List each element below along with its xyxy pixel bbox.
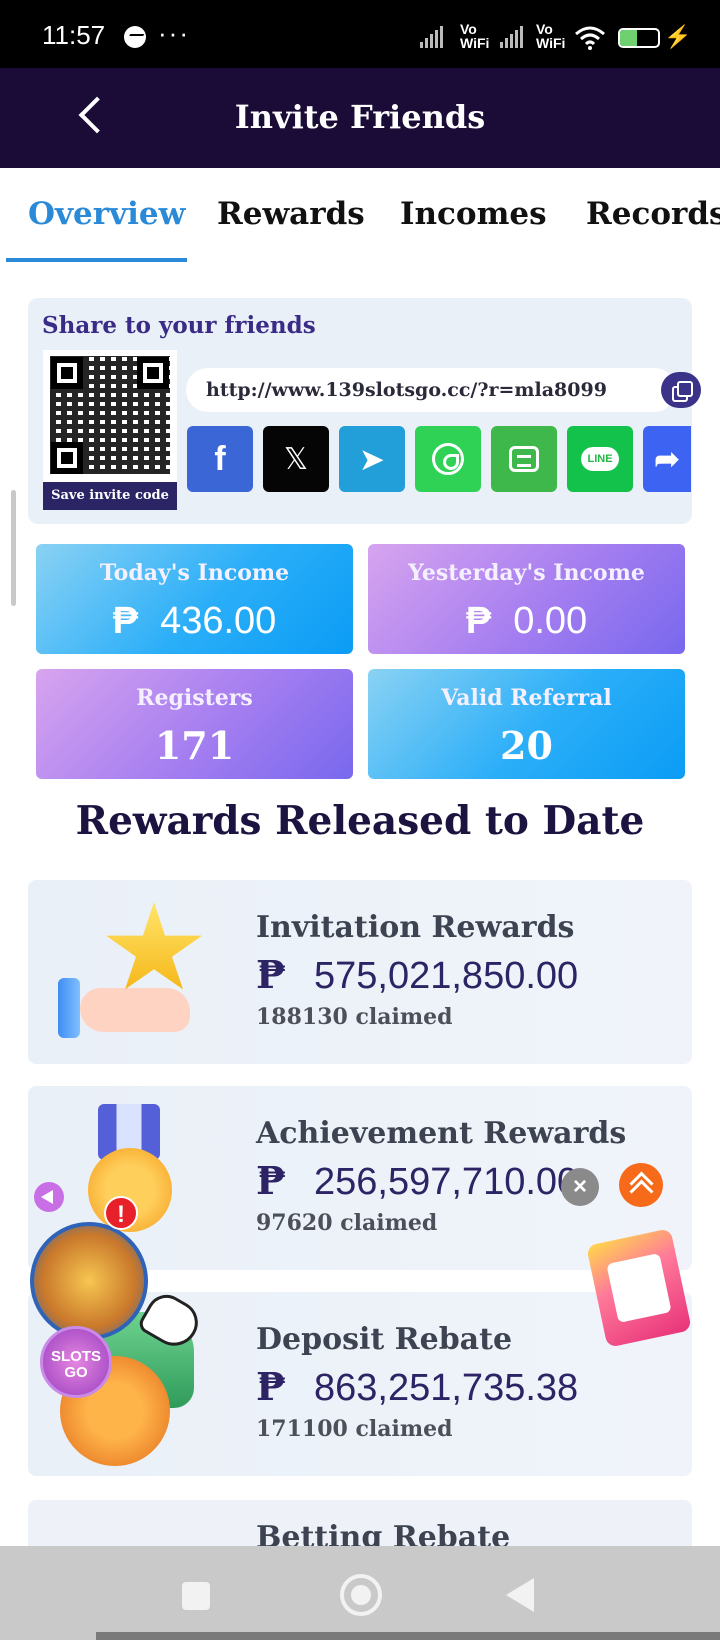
- tab-overview[interactable]: Overview: [28, 196, 185, 232]
- gesture-strip: [96, 1632, 720, 1640]
- recent-apps-button[interactable]: [182, 1582, 210, 1610]
- page-title: Invite Friends: [234, 98, 486, 136]
- message-icon: [509, 446, 539, 472]
- peso-symbol: ₱: [465, 600, 492, 642]
- telegram-share-button[interactable]: ➤: [339, 426, 405, 492]
- stat-label: Valid Referral: [441, 685, 612, 711]
- reward-name: Achievement Rewards: [256, 1116, 627, 1151]
- charging-icon: ⚡: [664, 24, 692, 49]
- facebook-icon: f: [214, 439, 226, 478]
- peso-symbol: ₱: [256, 1364, 287, 1409]
- telegram-icon: ➤: [360, 443, 384, 475]
- copy-link-button[interactable]: [661, 372, 701, 408]
- invitation-rewards-card: Invitation Rewards ₱ 575,021,850.00 18813…: [28, 880, 692, 1064]
- peso-symbol: ₱: [256, 1158, 287, 1203]
- scroll-to-top-button[interactable]: [619, 1163, 663, 1207]
- todays-income-card: Today's Income ₱ 436.00: [36, 544, 353, 654]
- treasure-chest-float-icon[interactable]: [30, 1222, 148, 1340]
- facebook-share-button[interactable]: f: [187, 426, 253, 492]
- qr-finder: [51, 442, 83, 474]
- save-invite-code-button[interactable]: Save invite code: [43, 482, 177, 510]
- valid-referral-value: 20: [500, 723, 553, 768]
- reward-name: Deposit Rebate: [256, 1322, 513, 1357]
- stat-value: ₱ 436.00: [36, 600, 353, 643]
- slots-go-logo[interactable]: SLOTS GO: [40, 1326, 112, 1398]
- reward-claimed: 171100 claimed: [256, 1416, 453, 1442]
- close-icon[interactable]: ×: [561, 1168, 599, 1206]
- collapse-float-button[interactable]: [34, 1182, 64, 1212]
- stat-value: ₱ 0.00: [368, 600, 685, 643]
- messenger-icon: [124, 26, 146, 48]
- yesterdays-income-card: Yesterday's Income ₱ 0.00: [368, 544, 685, 654]
- scrollbar[interactable]: [11, 490, 16, 606]
- x-icon: 𝕏: [283, 442, 309, 476]
- reward-amount: ₱ 863,251,735.38: [256, 1364, 578, 1410]
- signal-icon-2: [500, 24, 523, 48]
- reward-name: Betting Rebate: [256, 1520, 511, 1546]
- line-icon: LINE: [581, 447, 619, 471]
- line-share-button[interactable]: LINE: [567, 426, 633, 492]
- section-title: Rewards Released to Date: [75, 798, 645, 844]
- betting-rebate-card: Betting Rebate: [28, 1500, 692, 1546]
- yesterdays-income-value: 0.00: [513, 600, 588, 642]
- home-button[interactable]: [340, 1574, 382, 1616]
- vowifi-label-2: Vo WiFi: [536, 21, 566, 51]
- whatsapp-share-button[interactable]: [415, 426, 481, 492]
- reward-amount: ₱ 575,021,850.00: [256, 952, 578, 998]
- wifi-icon: [575, 26, 605, 50]
- peso-symbol: ₱: [256, 952, 287, 997]
- reward-amount-value: 863,251,735.38: [314, 1367, 579, 1409]
- sms-share-button[interactable]: [491, 426, 557, 492]
- qr-code[interactable]: Save invite code: [43, 350, 177, 510]
- battery-level: 46: [640, 30, 655, 45]
- stat-label: Yesterday's Income: [408, 560, 645, 586]
- reward-claimed: 97620 claimed: [256, 1210, 438, 1236]
- more-share-button[interactable]: ➦: [643, 426, 691, 492]
- system-nav-bar: [0, 1546, 720, 1640]
- qr-finder: [51, 357, 83, 389]
- forward-icon: ➦: [654, 442, 680, 476]
- todays-income-value: 436.00: [160, 600, 277, 642]
- reward-claimed: 188130 claimed: [256, 1004, 453, 1030]
- stat-label: Today's Income: [99, 560, 290, 586]
- share-title: Share to your friends: [42, 312, 316, 339]
- x-share-button[interactable]: 𝕏: [263, 426, 329, 492]
- reward-amount-value: 256,597,710.00: [314, 1161, 579, 1203]
- battery-icon: 46: [618, 28, 660, 48]
- invite-link-field[interactable]: http://www.139slotsgo.cc/?r=mla8099: [186, 368, 676, 412]
- signal-icon: [420, 24, 443, 48]
- valid-referral-card: Valid Referral 20: [368, 669, 685, 779]
- tab-incomes[interactable]: Incomes: [400, 196, 547, 232]
- active-tab-indicator: [6, 258, 187, 262]
- reward-amount-value: 575,021,850.00: [314, 955, 579, 997]
- whatsapp-icon: [432, 443, 464, 475]
- stat-label: Registers: [136, 685, 253, 711]
- status-time: 11:57: [42, 20, 106, 50]
- qr-finder: [137, 357, 169, 389]
- reward-name: Invitation Rewards: [256, 910, 575, 945]
- tab-bar: Overview Rewards Incomes Records: [0, 168, 720, 262]
- alert-badge: !: [104, 1196, 138, 1230]
- status-more-dots: ···: [158, 18, 190, 48]
- registers-card: Registers 171: [36, 669, 353, 779]
- tab-rewards[interactable]: Rewards: [217, 196, 365, 232]
- registers-value: 171: [154, 723, 235, 768]
- vowifi-label: Vo WiFi: [460, 21, 490, 51]
- app-header: Invite Friends: [0, 68, 720, 168]
- tab-records[interactable]: Records: [586, 196, 720, 232]
- share-card: Share to your friends Save invite code h…: [28, 298, 701, 524]
- peso-symbol: ₱: [112, 600, 139, 642]
- reward-amount: ₱ 256,597,710.00: [256, 1158, 578, 1204]
- status-bar: 11:57 ··· Vo WiFi Vo WiFi 46 ⚡: [0, 0, 720, 68]
- system-back-button[interactable]: [506, 1578, 534, 1612]
